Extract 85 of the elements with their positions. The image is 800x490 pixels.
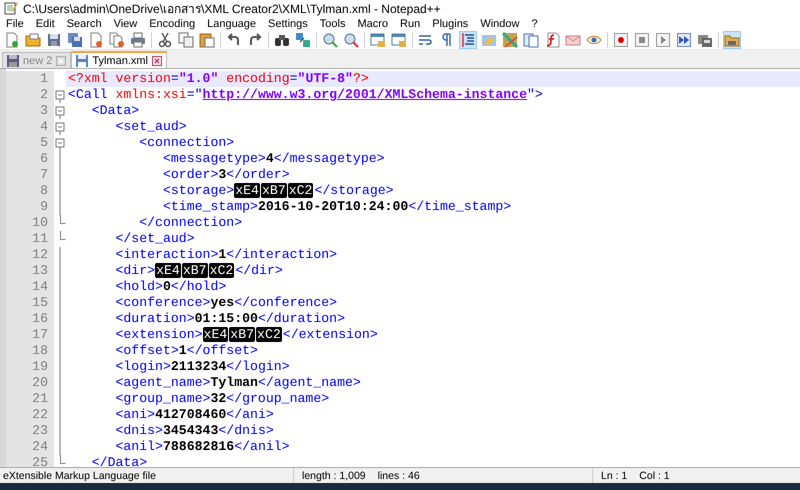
- line-number: 20: [6, 375, 54, 391]
- line-number: 1: [6, 71, 54, 87]
- code-line: </set_aud>: [114, 231, 196, 247]
- menu-item[interactable]: Language: [201, 18, 262, 30]
- close-icon[interactable]: [56, 56, 66, 66]
- menu-item[interactable]: File: [0, 18, 30, 30]
- code-line: <hold>0</hold>: [114, 279, 228, 295]
- redo-icon: [247, 32, 263, 48]
- line-number: 21: [6, 391, 54, 407]
- code-line: <order>3</order>: [162, 167, 291, 183]
- line-number: 15: [6, 295, 54, 311]
- code-line: <login>2113234</login>: [114, 359, 291, 375]
- menu-item[interactable]: Edit: [30, 18, 61, 30]
- line-number: 4: [6, 119, 54, 135]
- code-line: <anil>788682816</anil>: [114, 439, 291, 455]
- line-number: 11: [6, 231, 54, 247]
- menu-item[interactable]: Settings: [262, 18, 314, 30]
- line-number: 10: [6, 215, 54, 231]
- toolbar-button[interactable]: [675, 31, 693, 49]
- toolbar-button[interactable]: [156, 31, 174, 49]
- window-title: C:\Users\admin\OneDrive\เอกสาร\XML Creator2\XML\Tylman.xml - Notepad++: [23, 0, 441, 18]
- line-number: 7: [6, 167, 54, 183]
- fold-guide-line: [60, 231, 66, 240]
- line-number: 13: [6, 263, 54, 279]
- close-icon[interactable]: [152, 56, 162, 66]
- code-line: <set_aud>: [114, 119, 188, 135]
- code-line: </connection>: [138, 215, 244, 231]
- file-type-label: eXtensible Markup Language file: [2, 470, 157, 482]
- menu-item[interactable]: Plugins: [426, 18, 474, 30]
- code-line: <duration>01:15:00</duration>: [114, 311, 346, 327]
- indent-guide-icon: [460, 32, 476, 48]
- undo-icon: [226, 32, 242, 48]
- zoom-out-icon: [343, 32, 359, 48]
- menu-item[interactable]: View: [108, 18, 144, 30]
- toolbar-button[interactable]: [459, 31, 477, 49]
- zoom-in-icon: [322, 32, 338, 48]
- code-line: <ani>412708460</ani>: [114, 407, 275, 423]
- code-line: <dnis>3454343</dnis>: [114, 423, 275, 439]
- code-line: <dir>xE4 xB7 xC2</dir>: [114, 263, 284, 279]
- line-number: 3: [6, 103, 54, 119]
- code-line: <Data>: [90, 103, 140, 119]
- code-line: </Data>: [90, 455, 148, 467]
- replace-icon: [295, 32, 311, 48]
- scissors-icon: [157, 32, 173, 48]
- fast-forward-icon: [676, 32, 692, 48]
- code-line: <group_name>32</group_name>: [114, 391, 330, 407]
- code-line: <conference>yes</conference>: [114, 295, 338, 311]
- binoculars-icon: [274, 32, 290, 48]
- line-number: 9: [6, 199, 54, 215]
- file-tab[interactable]: Tylman.xml: [71, 51, 167, 68]
- line-number: 2: [6, 87, 54, 103]
- length-label: length : 1,009: [302, 470, 366, 482]
- line-position-label: Ln : 1: [601, 470, 628, 482]
- code-line: <offset>1</offset>: [114, 343, 259, 359]
- column-position-label: Col : 1: [639, 470, 670, 482]
- code-line: <agent_name>Tylman</agent_name>: [114, 375, 362, 391]
- line-number: 6: [6, 151, 54, 167]
- code-line: <storage>xE4 xB7 xC2</storage>: [162, 183, 395, 199]
- line-number: 5: [6, 135, 54, 151]
- line-number: 16: [6, 311, 54, 327]
- line-number: 23: [6, 423, 54, 439]
- lines-label: lines : 46: [378, 470, 420, 482]
- code-line: <time_stamp>2016-10-20T10:24:00</time_stamp>: [162, 199, 512, 215]
- menu-item[interactable]: Window: [474, 18, 526, 30]
- code-line: <Call xmlns:xsi="http://www.w3.org/2001/XMLSchema-instance">: [67, 87, 544, 103]
- line-number: 14: [6, 279, 54, 295]
- menu-item[interactable]: Encoding: [143, 18, 202, 30]
- line-number: 18: [6, 343, 54, 359]
- line-number: 19: [6, 359, 54, 375]
- line-number: 8: [6, 183, 54, 199]
- line-number: 25: [6, 455, 54, 467]
- code-line: <connection>: [138, 135, 236, 151]
- code-line: <interaction>1</interaction>: [114, 247, 338, 263]
- code-line: <messagetype>4</messagetype>: [162, 151, 386, 167]
- line-number: 22: [6, 407, 54, 423]
- code-line: <extension>xE4 xB7 xC2</extension>: [114, 327, 379, 343]
- menu-item[interactable]: Tools: [314, 18, 352, 30]
- menu-item[interactable]: Search: [60, 18, 108, 30]
- menu-item[interactable]: Macro: [351, 18, 394, 30]
- menu-item[interactable]: Run: [394, 18, 426, 30]
- map-icon: [502, 32, 518, 48]
- line-number: 24: [6, 439, 54, 455]
- menu-item[interactable]: ?: [525, 18, 544, 30]
- line-number: 17: [6, 327, 54, 343]
- line-number: 12: [6, 247, 54, 263]
